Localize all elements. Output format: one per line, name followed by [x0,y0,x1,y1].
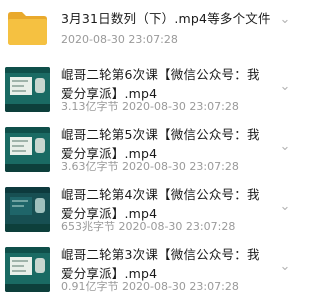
folder-icon [5,6,50,51]
video-thumbnail [5,67,50,112]
chevron-down-icon[interactable]: ⌄ [278,80,292,94]
chevron-down-icon[interactable]: ⌄ [278,260,292,274]
file-list-item-video[interactable]: 崐哥二轮第5次课【微信公众号：我爱分享派】.mp4 3.63亿字节 2020-0… [0,117,300,177]
file-list-item-folder[interactable]: 3月31日数列（下）.mp4等多个文件 2020-08-30 23:07:28 … [0,0,300,54]
chevron-down-icon[interactable]: ⌄ [278,13,292,27]
file-list-item-video[interactable]: 崐哥二轮第6次课【微信公众号：我爱分享派】.mp4 3.13亿字节 2020-0… [0,57,300,117]
file-meta: 3.63亿字节 2020-08-30 23:07:28 [61,160,239,173]
chevron-down-icon[interactable]: ⌄ [278,140,292,154]
file-meta: 2020-08-30 23:07:28 [61,33,178,46]
file-meta: 653兆字节 2020-08-30 23:07:28 [61,220,236,233]
video-thumbnail [5,187,50,232]
file-title: 3月31日数列（下）.mp4等多个文件 [61,11,271,26]
chevron-down-icon[interactable]: ⌄ [278,200,292,214]
video-thumbnail [5,127,50,172]
file-list-item-video[interactable]: 崐哥二轮第4次课【微信公众号：我爱分享派】.mp4 653兆字节 2020-08… [0,177,300,237]
file-list: 3月31日数列（下）.mp4等多个文件 2020-08-30 23:07:28 … [0,0,300,300]
file-list-item-video[interactable]: 崐哥二轮第3次课【微信公众号：我爱分享派】.mp4 0.91亿字节 2020-0… [0,237,300,300]
video-thumbnail [5,247,50,292]
file-meta: 3.13亿字节 2020-08-30 23:07:28 [61,100,239,113]
file-meta: 0.91亿字节 2020-08-30 23:07:28 [61,280,239,293]
